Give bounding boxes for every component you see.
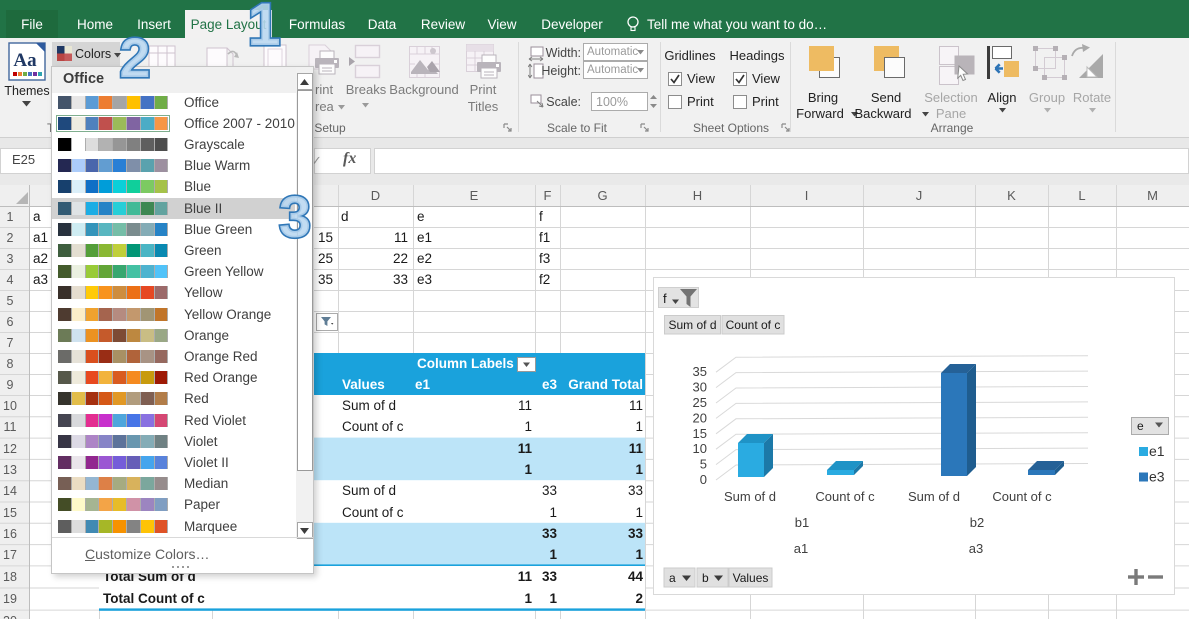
svg-text:3: 3 xyxy=(279,185,311,250)
svg-text:2: 2 xyxy=(119,26,150,89)
svg-text:1: 1 xyxy=(247,0,280,58)
